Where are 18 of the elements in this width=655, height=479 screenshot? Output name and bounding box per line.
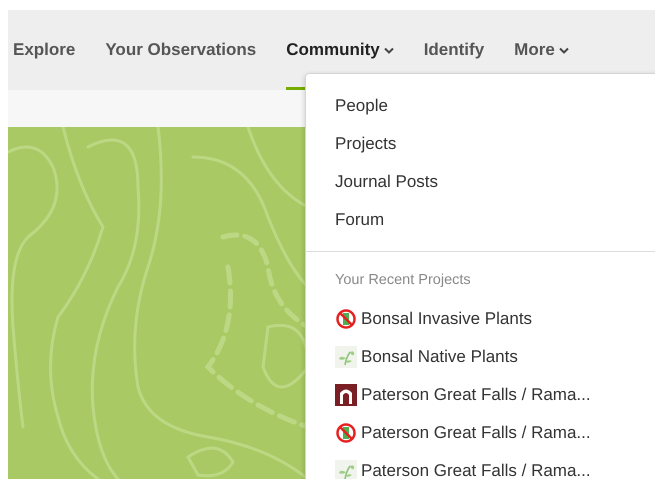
no-plant-icon: [335, 308, 357, 330]
no-plant-icon: [335, 422, 357, 444]
sprout-icon: [335, 346, 357, 368]
menu-item[interactable]: Journal Posts: [306, 163, 655, 201]
project-item[interactable]: Paterson Great Falls / Rama...: [306, 414, 655, 452]
project-item[interactable]: Paterson Great Falls / Rama...: [306, 452, 655, 479]
menu-item[interactable]: Projects: [306, 125, 655, 163]
nav-link[interactable]: Your Observations: [105, 10, 256, 90]
sprout-icon: [335, 460, 357, 479]
nav-link[interactable]: More: [514, 10, 569, 90]
arch-icon: [335, 384, 357, 406]
menu-item[interactable]: Forum: [306, 201, 655, 239]
nav-link[interactable]: Explore: [13, 10, 76, 90]
project-item[interactable]: Paterson Great Falls / Rama...: [306, 376, 655, 414]
project-item[interactable]: Bonsal Invasive Plants: [306, 300, 655, 338]
project-item[interactable]: Bonsal Native Plants: [306, 338, 655, 376]
section-heading: Your Recent Projects: [334, 271, 472, 290]
menu-item[interactable]: People: [306, 87, 655, 125]
